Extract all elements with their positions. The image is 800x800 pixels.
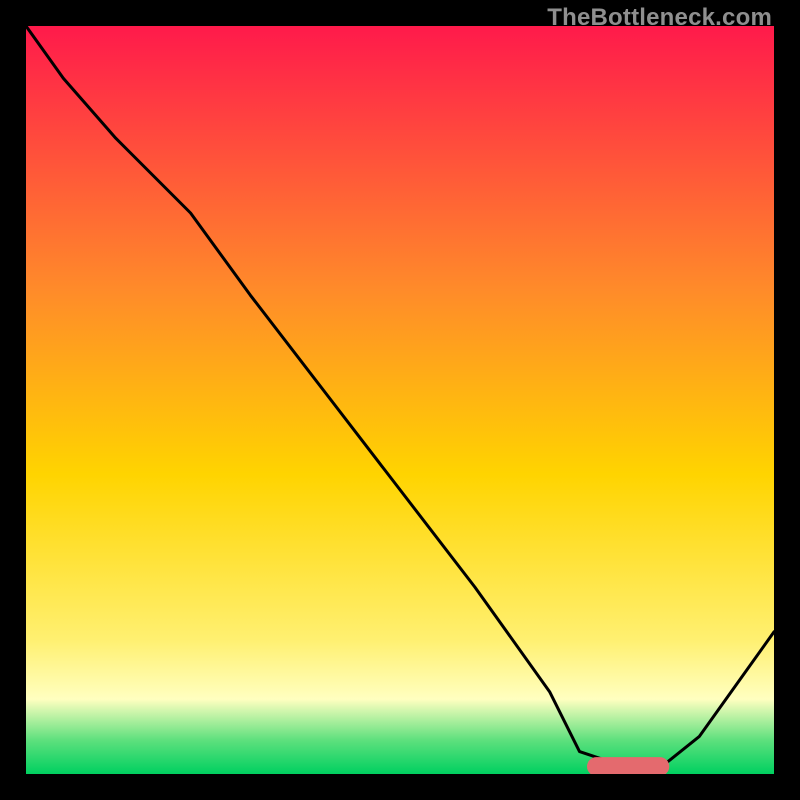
chart-frame: TheBottleneck.com [0,0,800,800]
chart-svg [26,26,774,774]
gradient-background [26,26,774,774]
attribution-text: TheBottleneck.com [547,4,772,32]
plot-area [26,26,774,774]
optimal-range-marker [587,757,669,774]
